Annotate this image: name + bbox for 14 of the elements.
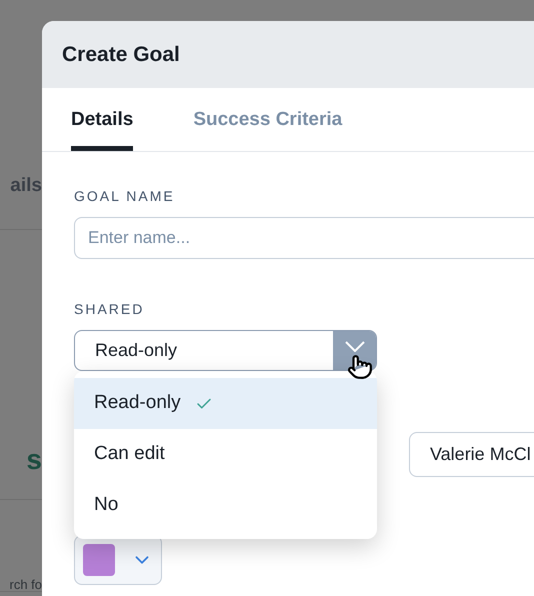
background-text: s [26,446,42,477]
chevron-icon [344,341,364,352]
dialog-title: Create Goal [62,42,180,68]
dropdown-option[interactable]: Read-only [74,378,377,429]
owner-field[interactable]: Valerie McCl [409,432,534,477]
tab[interactable]: Details [71,106,134,151]
background-text: ails [10,176,42,198]
field-label: GOAL NAME [74,187,176,206]
color-picker[interactable] [74,535,162,585]
dropdown-option[interactable]: No [74,480,377,531]
goal-name-field[interactable]: Enter name... [74,217,534,259]
background-text: rch fo [9,578,42,591]
field-label: SHARED [74,300,146,319]
dropdown-option[interactable]: Can edit [74,429,377,480]
